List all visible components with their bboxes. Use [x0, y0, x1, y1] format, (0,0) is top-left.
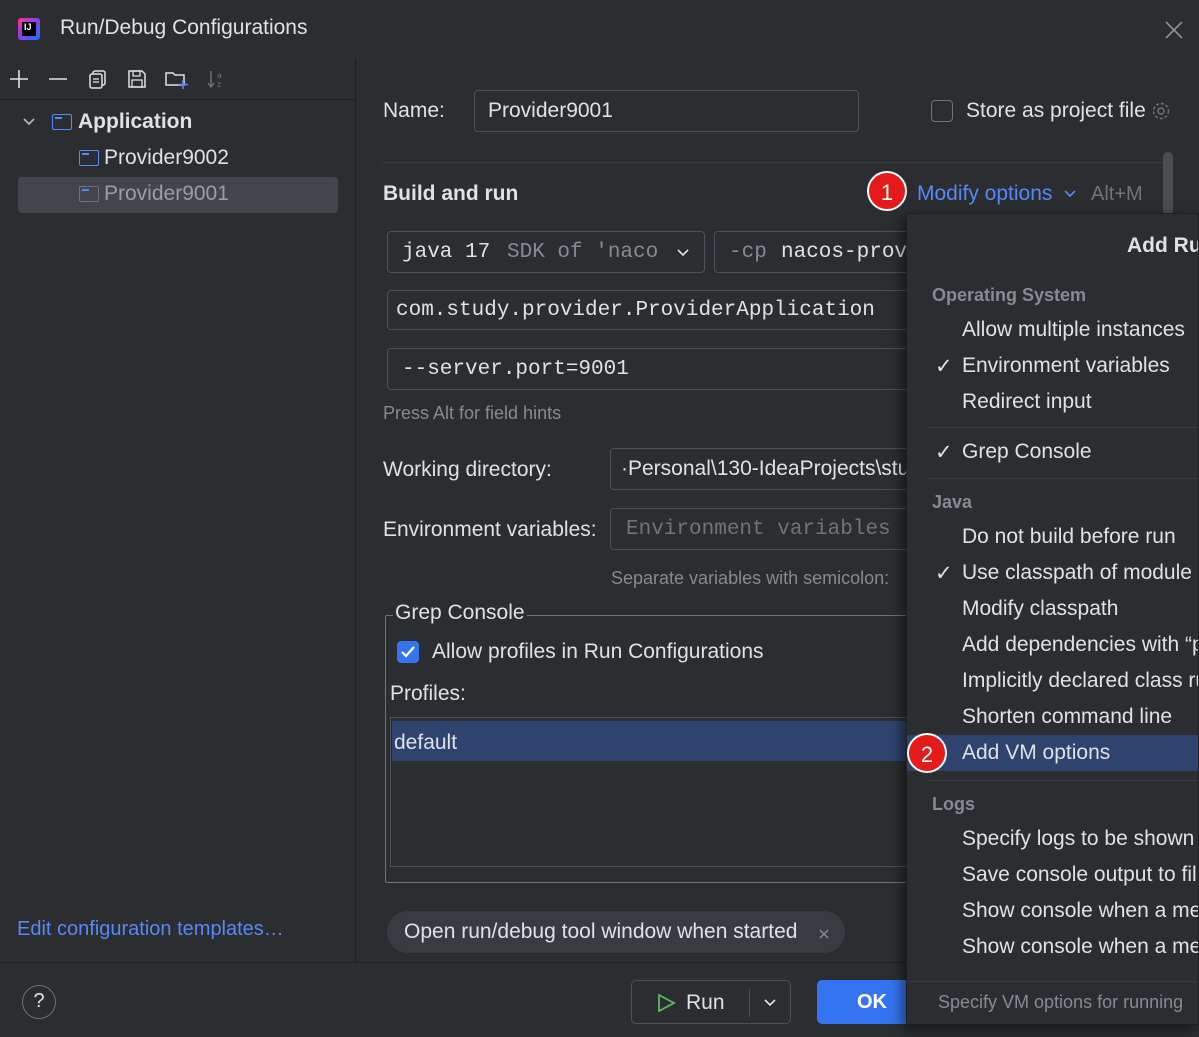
remove-icon[interactable]: [47, 68, 69, 90]
tree-group-label: Application: [78, 110, 193, 133]
new-folder-icon[interactable]: [164, 68, 190, 90]
modify-options-link[interactable]: Modify options: [917, 182, 1052, 206]
modify-options-popup: Add Ru Operating System Allow multiple i…: [906, 213, 1199, 1025]
close-icon[interactable]: [818, 928, 830, 940]
menu-item-implicitly-declared-class[interactable]: Implicitly declared class ru: [907, 663, 1198, 699]
separator: [927, 780, 1198, 781]
check-icon: ✓: [935, 441, 953, 464]
settings-gear-icon[interactable]: [1150, 100, 1172, 122]
list-item[interactable]: default: [392, 721, 952, 761]
window-title: Run/Debug Configurations: [60, 16, 308, 39]
sort-icon[interactable]: a z: [205, 68, 227, 90]
main-class-input[interactable]: com.study.provider.ProviderApplication: [387, 290, 917, 330]
menu-item-add-vm-options[interactable]: Add VM options: [907, 735, 1198, 771]
environment-variables-label: Environment variables:: [383, 518, 597, 541]
application-icon: [52, 114, 72, 130]
allow-profiles-label: Allow profiles in Run Configurations: [432, 640, 764, 663]
jdk-dropdown[interactable]: java 17 SDK of 'naco: [387, 231, 705, 273]
name-label: Name:: [383, 99, 445, 122]
edit-templates-link[interactable]: Edit configuration templates…: [17, 918, 284, 941]
add-icon[interactable]: [8, 68, 30, 90]
classpath-dropdown[interactable]: -cp nacos-prov: [714, 231, 914, 273]
chevron-down-icon: [1064, 190, 1076, 198]
svg-text:a: a: [217, 71, 222, 80]
separator: [382, 162, 1172, 163]
run-config-icon: [79, 150, 99, 166]
environment-variables-hint: Separate variables with semicolon:: [611, 568, 890, 588]
help-button[interactable]: ?: [22, 985, 56, 1019]
checkmark-icon: [401, 646, 415, 658]
grep-console-title: Grep Console: [393, 601, 527, 625]
svg-text:z: z: [217, 80, 221, 89]
group-logs: Logs: [932, 794, 975, 814]
name-input[interactable]: Provider9001: [474, 90, 859, 132]
environment-variables-input[interactable]: Environment variables: [610, 508, 920, 550]
menu-item-shorten-command-line[interactable]: Shorten command line: [907, 699, 1198, 735]
menu-item-use-classpath[interactable]: ✓ Use classpath of module: [907, 555, 1198, 591]
menu-item-modify-classpath[interactable]: Modify classpath: [907, 591, 1198, 627]
popup-footer-hint: Specify VM options for running: [907, 981, 1198, 1024]
run-button[interactable]: Run: [631, 980, 791, 1024]
store-project-checkbox[interactable]: [931, 100, 953, 122]
separator: [927, 427, 1198, 428]
configurations-toolbar: a z: [0, 58, 356, 100]
menu-item-save-console-output[interactable]: Save console output to fil: [907, 857, 1198, 893]
check-icon: ✓: [935, 355, 953, 378]
intellij-logo-icon: IJ: [18, 18, 40, 40]
menu-item-specify-logs[interactable]: Specify logs to be shown: [907, 821, 1198, 857]
field-hints-text: Press Alt for field hints: [383, 403, 562, 423]
open-tool-window-chip[interactable]: Open run/debug tool window when started: [387, 911, 845, 953]
allow-profiles-checkbox[interactable]: [397, 641, 419, 663]
section-title: Build and run: [383, 182, 519, 205]
store-project-label: Store as project file: [966, 99, 1146, 122]
chevron-down-icon: [677, 249, 689, 257]
configurations-panel: a z Application Provider9002 Provider900…: [0, 58, 356, 962]
menu-item-show-console-stdout[interactable]: Show console when a mes: [907, 893, 1198, 929]
chevron-down-icon[interactable]: [22, 116, 36, 128]
profiles-list: default: [390, 717, 952, 867]
run-config-icon: [79, 186, 99, 202]
tree-item-label: Provider9001: [104, 182, 229, 205]
menu-item-do-not-build[interactable]: Do not build before run: [907, 519, 1198, 555]
divider: [749, 989, 750, 1017]
menu-item-allow-multiple-instances[interactable]: Allow multiple instances: [907, 312, 1198, 348]
tree-item-provider9002[interactable]: Provider9002: [18, 140, 338, 176]
step-badge-1: 1: [867, 171, 907, 211]
tree-item-label: Provider9002: [104, 146, 229, 169]
run-play-icon: [658, 993, 676, 1013]
tree-group-application[interactable]: Application: [18, 104, 338, 140]
modify-shortcut: Alt+M: [1091, 183, 1143, 205]
profiles-label: Profiles:: [390, 682, 466, 705]
group-operating-system: Operating System: [932, 285, 1087, 305]
close-icon[interactable]: [1163, 19, 1185, 41]
copy-icon[interactable]: [87, 68, 109, 90]
separator: [927, 478, 1198, 479]
program-arguments-input[interactable]: --server.port=9001: [387, 348, 917, 390]
menu-item-environment-variables[interactable]: ✓ Environment variables: [907, 348, 1198, 384]
save-icon[interactable]: [126, 68, 148, 90]
menu-item-redirect-input[interactable]: Redirect input: [907, 384, 1198, 420]
check-icon: ✓: [935, 562, 953, 585]
popup-header: Add Ru: [1127, 234, 1199, 257]
tree-item-provider9001[interactable]: Provider9001: [18, 177, 338, 213]
step-badge-2: 2: [907, 733, 947, 773]
menu-item-show-console-stderr[interactable]: Show console when a mes: [907, 929, 1198, 965]
menu-item-add-dependencies[interactable]: Add dependencies with “p: [907, 627, 1198, 663]
group-java: Java: [932, 492, 973, 512]
chevron-down-icon[interactable]: [763, 997, 777, 1009]
working-directory-label: Working directory:: [383, 458, 552, 481]
title-bar: IJ Run/Debug Configurations: [0, 0, 1199, 58]
menu-item-grep-console[interactable]: ✓ Grep Console: [907, 434, 1198, 470]
working-directory-input[interactable]: ·Personal\130-IdeaProjects\stu: [610, 448, 920, 490]
